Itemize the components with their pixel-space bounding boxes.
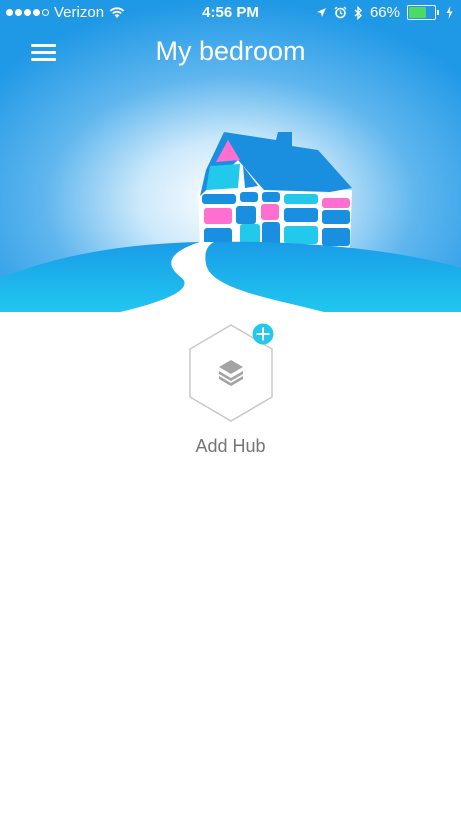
add-hub-label: Add Hub [195, 436, 266, 456]
status-bar: Verizon 4:56 PM 66% [0, 0, 461, 26]
plus-icon [252, 323, 274, 345]
battery-icon [407, 5, 439, 20]
bluetooth-icon [354, 5, 362, 20]
battery-percent: 66% [369, 4, 400, 21]
location-arrow-icon [316, 8, 326, 17]
add-hub-button[interactable] [185, 323, 277, 423]
alarm-icon [334, 6, 347, 19]
charging-bolt-icon [446, 6, 453, 19]
status-icons: 66% [316, 4, 453, 21]
house [198, 132, 352, 248]
battery-level-fill [409, 7, 426, 18]
page-title: My bedroom [155, 36, 306, 66]
